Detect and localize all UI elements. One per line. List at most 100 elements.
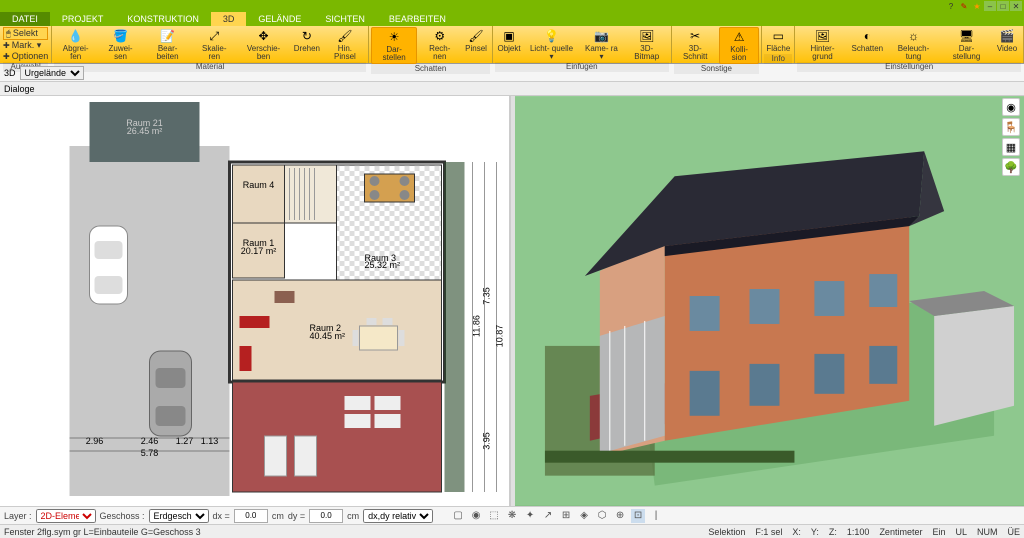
status-unit: Zentimeter bbox=[879, 527, 922, 537]
bearbeiten-button[interactable]: 📝Bear- beiten bbox=[144, 27, 191, 62]
group-label-schatten: Schatten bbox=[371, 64, 490, 74]
tool-icon[interactable]: ✦ bbox=[523, 509, 537, 523]
abgreifen-button[interactable]: 💧Abgrei- fen bbox=[54, 27, 97, 62]
help-icon[interactable]: ? bbox=[945, 1, 957, 11]
tab-gelaende[interactable]: GELÄNDE bbox=[246, 12, 313, 26]
svg-text:5.78: 5.78 bbox=[141, 448, 159, 458]
group-label-einstellungen: Einstellungen bbox=[797, 62, 1021, 72]
3dbitmap-button[interactable]: 🖼3D- Bitmap bbox=[625, 27, 669, 62]
geschoss-select[interactable]: Erdgeschos bbox=[149, 509, 209, 523]
mark-button[interactable]: ✚ Mark. ▾ bbox=[3, 40, 48, 51]
tab-3d[interactable]: 3D bbox=[211, 12, 247, 26]
svg-text:1.13: 1.13 bbox=[201, 436, 219, 446]
group-label-info: Info bbox=[764, 54, 792, 64]
tool-icon[interactable]: ⬚ bbox=[487, 509, 501, 523]
cube-icon: ▣ bbox=[501, 28, 517, 44]
lichtquelle-button[interactable]: 💡Licht- quelle ▾ bbox=[525, 27, 578, 62]
view3d-sidetools: ◉ 🪑 ▦ 🌳 bbox=[1002, 98, 1022, 176]
darstellen-button[interactable]: ☀Dar- stellen bbox=[371, 27, 418, 64]
layers-icon[interactable]: ◉ bbox=[1002, 98, 1020, 116]
bulb-icon: 💡 bbox=[544, 28, 560, 44]
video-button[interactable]: 🎬Video bbox=[993, 27, 1021, 62]
kollision-button[interactable]: ⚠Kolli- sion bbox=[719, 27, 759, 64]
drehen-button[interactable]: ↻Drehen bbox=[292, 27, 322, 62]
tab-konstruktion[interactable]: KONSTRUKTION bbox=[115, 12, 211, 26]
rechnen-button[interactable]: ⚙Rech- nen bbox=[419, 27, 460, 64]
tab-projekt[interactable]: PROJEKT bbox=[50, 12, 116, 26]
tool-icon[interactable]: | bbox=[649, 509, 663, 523]
tab-sichten[interactable]: SICHTEN bbox=[313, 12, 377, 26]
verschieben-button[interactable]: ✥Verschie- ben bbox=[237, 27, 290, 62]
car-icon bbox=[90, 226, 128, 304]
ribbon-group-schatten: ☀Dar- stellen ⚙Rech- nen 🖌Pinsel Schatte… bbox=[369, 26, 493, 63]
group-label-sonstige: Sonstige bbox=[674, 64, 760, 74]
flaeche-button[interactable]: ▭Fläche bbox=[764, 27, 792, 54]
tree-icon[interactable]: 🌳 bbox=[1002, 158, 1020, 176]
calc-icon: ⚙ bbox=[432, 28, 448, 44]
bg-icon: 🖼 bbox=[814, 28, 830, 44]
star-icon[interactable]: ★ bbox=[971, 1, 983, 11]
rotate-icon: ↻ bbox=[299, 28, 315, 44]
dy-input[interactable] bbox=[309, 509, 343, 523]
tool-icon[interactable]: ◉ bbox=[469, 509, 483, 523]
svg-text:40.45 m²: 40.45 m² bbox=[310, 331, 346, 341]
tool-icon[interactable]: ↗ bbox=[541, 509, 555, 523]
dialoge-bar[interactable]: Dialoge bbox=[0, 82, 1024, 96]
pencil-icon[interactable]: ✎ bbox=[958, 1, 970, 11]
status-ein: Ein bbox=[932, 527, 945, 537]
status-ul: UL bbox=[955, 527, 967, 537]
move-icon: ✥ bbox=[256, 28, 272, 44]
light-icon: ☼ bbox=[905, 28, 921, 44]
pinsel-button[interactable]: 🖌Pinsel bbox=[462, 27, 490, 64]
objekt-button[interactable]: ▣Objekt bbox=[495, 27, 523, 62]
status-num: NUM bbox=[977, 527, 998, 537]
close-button[interactable]: ✕ bbox=[1010, 1, 1022, 11]
rel-select[interactable]: dx,dy relativ ke bbox=[363, 509, 433, 523]
status-x: X: bbox=[792, 527, 801, 537]
tool-icon[interactable]: ◈ bbox=[577, 509, 591, 523]
maximize-button[interactable]: □ bbox=[997, 1, 1009, 11]
skalieren-button[interactable]: ⤢Skalie- ren bbox=[193, 27, 235, 62]
tool-icon[interactable]: ⊡ bbox=[631, 509, 645, 523]
plan-2d-pane[interactable]: Raum 21 26.45 m² Raum 4 Raum 1 20.17 m² bbox=[0, 96, 511, 506]
hintergrund-button[interactable]: 🖼Hinter- grund bbox=[797, 27, 847, 62]
zuweisen-button[interactable]: 🪣Zuwei- sen bbox=[99, 27, 142, 62]
tab-bearbeiten[interactable]: BEARBEITEN bbox=[377, 12, 458, 26]
hinpinsel-button[interactable]: 🖌Hin. Pinsel bbox=[324, 27, 366, 62]
tool-icon[interactable]: ❋ bbox=[505, 509, 519, 523]
floor-plan[interactable]: Raum 21 26.45 m² Raum 4 Raum 1 20.17 m² bbox=[0, 96, 509, 506]
tool-icon[interactable]: ⊞ bbox=[559, 509, 573, 523]
collision-icon: ⚠ bbox=[731, 29, 747, 45]
tool-icon[interactable]: ▢ bbox=[451, 509, 465, 523]
schatten2-button[interactable]: ◐Schatten bbox=[850, 27, 885, 62]
darstellung-button[interactable]: 🖥Dar- stellung bbox=[942, 27, 991, 62]
ribbon-group-einfuegen: ▣Objekt 💡Licht- quelle ▾ 📷Kame- ra ▾ 🖼3D… bbox=[493, 26, 672, 63]
svg-text:26.45 m²: 26.45 m² bbox=[127, 126, 163, 136]
sun-icon: ☀ bbox=[386, 29, 402, 45]
cut-icon: ✂ bbox=[687, 28, 703, 44]
beleuchtung-button[interactable]: ☼Beleuch- tung bbox=[887, 27, 940, 62]
3dschnitt-button[interactable]: ✂3D- Schnitt bbox=[674, 27, 717, 64]
tool-icon[interactable]: ⊕ bbox=[613, 509, 627, 523]
dx-input[interactable] bbox=[234, 509, 268, 523]
dx-label: dx = bbox=[213, 511, 230, 521]
svg-text:2.96: 2.96 bbox=[86, 436, 104, 446]
dy-label: dy = bbox=[288, 511, 305, 521]
furniture-icon[interactable]: 🪑 bbox=[1002, 118, 1020, 136]
grid-icon[interactable]: ▦ bbox=[1002, 138, 1020, 156]
svg-text:11.86: 11.86 bbox=[472, 315, 482, 337]
ribbon-group-material: 💧Abgrei- fen 🪣Zuwei- sen 📝Bear- beiten ⤢… bbox=[52, 26, 369, 63]
shadow-icon: ◐ bbox=[859, 28, 875, 44]
optionen-button[interactable]: ✚ Optionen bbox=[3, 51, 48, 62]
tool-icon[interactable]: ⬡ bbox=[595, 509, 609, 523]
ribbon-group-info: ▭Fläche Info bbox=[762, 26, 795, 63]
selekt-button[interactable]: 🖱 Selekt bbox=[3, 27, 48, 40]
kamera-button[interactable]: 📷Kame- ra ▾ bbox=[580, 27, 623, 62]
area-icon: ▭ bbox=[770, 28, 786, 44]
terrain-select[interactable]: Urgelände bbox=[20, 66, 84, 80]
view-3d-pane[interactable]: ◉ 🪑 ▦ 🌳 bbox=[515, 96, 1024, 506]
tab-datei[interactable]: DATEI bbox=[0, 12, 50, 26]
layer-select[interactable]: 2D-Elemen bbox=[36, 509, 96, 523]
house-3d[interactable] bbox=[515, 96, 1024, 506]
minimize-button[interactable]: – bbox=[984, 1, 996, 11]
